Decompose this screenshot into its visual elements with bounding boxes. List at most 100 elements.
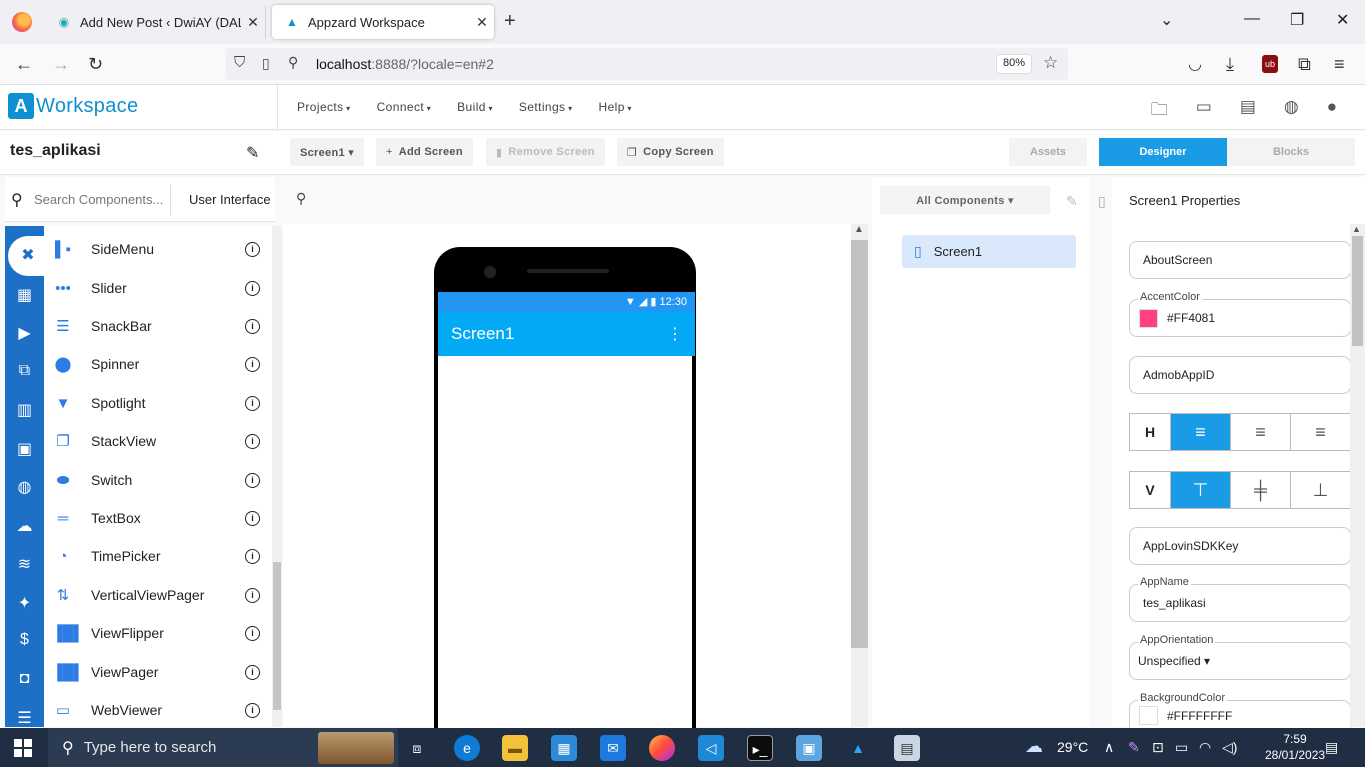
copy-screen-button[interactable]: ❐ Copy Screen xyxy=(617,138,724,166)
palette-scrollbar[interactable] xyxy=(272,226,282,727)
scroll-up-icon[interactable]: ▲ xyxy=(854,224,864,235)
background-color-swatch[interactable] xyxy=(1139,706,1158,725)
phone-screen[interactable]: ▼ ◢ ▮ 12:30 Screen1 ⋮ xyxy=(438,292,695,737)
account-icon[interactable]: ● xyxy=(1327,97,1337,126)
layout-category-icon[interactable]: ▦ xyxy=(5,285,44,305)
forward-arrow-icon[interactable]: → xyxy=(52,54,70,75)
applovin-sdk-key-field[interactable]: AppLovinSDKKey xyxy=(1129,527,1351,565)
tab-add-new-post[interactable]: ◉ Add New Post ‹ DwiAY (DAL180 ✕ xyxy=(44,5,266,39)
align-center-icon[interactable]: ≡ xyxy=(1230,414,1290,450)
list-item[interactable]: ••• Slider i xyxy=(44,269,272,307)
scroll-up-icon[interactable]: ▲ xyxy=(1352,224,1361,234)
about-screen-field[interactable]: AboutScreen xyxy=(1129,241,1351,279)
file-explorer-icon[interactable]: ▬ xyxy=(502,735,528,761)
pen-icon[interactable]: ✎ xyxy=(1128,739,1140,756)
downloads-icon[interactable]: ⤓ xyxy=(1226,54,1234,75)
assets-button[interactable]: Assets xyxy=(1009,138,1087,166)
volume-icon[interactable]: ◁) xyxy=(1222,739,1237,756)
task-view-icon[interactable]: ⧈ xyxy=(404,735,430,761)
notifications-icon[interactable]: ▤ xyxy=(1325,739,1338,756)
tools-category-icon[interactable]: ✦ xyxy=(5,593,44,613)
zoom-level[interactable]: 80% xyxy=(996,54,1033,74)
category-search-icon[interactable]: ⚲ xyxy=(296,190,306,207)
list-item[interactable]: ⇅ VerticalViewPager i xyxy=(44,576,272,614)
new-tab-button[interactable]: + xyxy=(504,10,516,33)
chat-icon[interactable]: ▭ xyxy=(1196,97,1212,126)
components-filter-dropdown[interactable]: All Components ▾ xyxy=(880,186,1050,214)
bookmark-star-icon[interactable]: ☆ xyxy=(1043,53,1058,73)
menu-connect[interactable]: Connect xyxy=(377,100,432,114)
terminal-icon[interactable]: ▸_ xyxy=(747,735,773,761)
vscode-icon[interactable]: ◁ xyxy=(698,735,724,761)
edit-pencil-icon[interactable]: ✎ xyxy=(246,143,259,163)
admob-app-id-field[interactable]: AdmobAppID xyxy=(1129,356,1351,394)
align-top-icon[interactable]: ⊤ xyxy=(1170,472,1230,508)
accent-color-swatch[interactable] xyxy=(1139,308,1158,328)
info-icon[interactable]: i xyxy=(245,318,260,334)
list-item[interactable]: ▭ WebViewer i xyxy=(44,691,272,729)
sensors-category-icon[interactable]: ▣ xyxy=(5,439,44,459)
close-tab-icon[interactable]: ✕ xyxy=(470,14,494,31)
firefox-icon[interactable] xyxy=(12,12,32,32)
info-icon[interactable]: i xyxy=(245,395,260,411)
info-icon[interactable]: i xyxy=(245,433,260,449)
app-orientation-select[interactable]: AppOrientation Unspecified ▾ xyxy=(1129,634,1351,680)
category-selector[interactable]: User Interface xyxy=(189,192,271,207)
more-category-icon[interactable]: ☰ xyxy=(5,708,44,728)
device-icon[interactable]: ⊡ xyxy=(1152,739,1164,756)
info-icon[interactable]: i xyxy=(245,587,260,603)
list-item[interactable]: ☰ SnackBar i xyxy=(44,307,272,345)
info-icon[interactable]: i xyxy=(245,510,260,526)
list-item[interactable]: ▐█▌ ViewFlipper i xyxy=(44,614,272,652)
back-arrow-icon[interactable]: ← xyxy=(15,54,33,75)
taskbar-clock[interactable]: 7:59 28/01/2023 xyxy=(1265,731,1325,763)
edge-icon[interactable]: e xyxy=(454,735,480,761)
cloud-category-icon[interactable]: ☁ xyxy=(5,516,44,536)
info-icon[interactable]: i xyxy=(245,472,260,488)
info-icon[interactable]: i xyxy=(245,241,260,257)
properties-scroll-thumb[interactable] xyxy=(1352,236,1363,346)
document-icon[interactable]: ▤ xyxy=(1240,97,1256,126)
info-icon[interactable]: i xyxy=(245,625,260,641)
list-item[interactable]: ▼ Spotlight i xyxy=(44,384,272,422)
address-bar[interactable]: ⛉ ▯ ⚲ localhost:8888/?locale=en#2 80% ☆ xyxy=(226,48,1068,80)
align-bottom-icon[interactable]: ⊥ xyxy=(1290,472,1350,508)
animation-category-icon[interactable]: ⧉ xyxy=(5,362,44,380)
align-middle-icon[interactable]: ╪ xyxy=(1230,472,1290,508)
hamburger-menu-icon[interactable]: ≡ xyxy=(1334,54,1345,75)
pocket-icon[interactable]: ◡ xyxy=(1188,54,1202,74)
screen-select-dropdown[interactable]: Screen1 ▾ xyxy=(290,138,365,166)
firefox-taskbar-icon[interactable] xyxy=(649,735,675,761)
menu-build[interactable]: Build xyxy=(457,100,493,114)
monetization-category-icon[interactable]: $ xyxy=(5,631,44,649)
tray-overflow-icon[interactable]: ∧ xyxy=(1104,739,1114,756)
list-item[interactable]: ⬤ Spinner i xyxy=(44,345,272,383)
minimize-icon[interactable]: — xyxy=(1244,10,1260,28)
tab-list-chevron-icon[interactable]: ⌄ xyxy=(1160,10,1173,30)
mail-icon[interactable]: ✉ xyxy=(600,735,626,761)
align-left-icon[interactable]: ≡ xyxy=(1170,414,1230,450)
close-window-icon[interactable]: ✕ xyxy=(1336,10,1349,30)
extensions-icon[interactable]: ⧉ xyxy=(1298,54,1311,75)
weather-temperature[interactable]: 29°C xyxy=(1057,739,1088,755)
list-item[interactable]: ⬬ Switch i xyxy=(44,461,272,499)
app-name-field[interactable]: AppName tes_aplikasi xyxy=(1129,576,1351,622)
maps-category-icon[interactable]: ▥ xyxy=(5,400,44,420)
list-item[interactable]: ▌▪ SideMenu i xyxy=(44,230,272,268)
align-right-icon[interactable]: ≡ xyxy=(1290,414,1350,450)
properties-scrollbar[interactable]: ▲ xyxy=(1350,224,1365,727)
info-icon[interactable]: i xyxy=(245,702,260,718)
remove-screen-button[interactable]: ▮ Remove Screen xyxy=(486,138,605,166)
list-item[interactable]: ❐ StackView i xyxy=(44,422,272,460)
connectivity-category-icon[interactable]: ≋ xyxy=(5,554,44,574)
search-components-input[interactable]: Search Components... xyxy=(34,192,163,207)
blocks-button[interactable]: Blocks xyxy=(1227,138,1355,166)
restore-icon[interactable]: ❐ xyxy=(1290,10,1304,30)
menu-help[interactable]: Help xyxy=(599,100,632,114)
background-color-field[interactable]: BackgroundColor #FFFFFFFF xyxy=(1129,692,1351,730)
folder-icon[interactable]: 🗀 xyxy=(1151,97,1168,126)
menu-settings[interactable]: Settings xyxy=(519,100,573,114)
accent-color-field[interactable]: AccentColor #FF4081 xyxy=(1129,291,1351,337)
shield-icon[interactable]: ⛉ xyxy=(234,54,245,71)
add-screen-button[interactable]: + Add Screen xyxy=(376,138,473,166)
